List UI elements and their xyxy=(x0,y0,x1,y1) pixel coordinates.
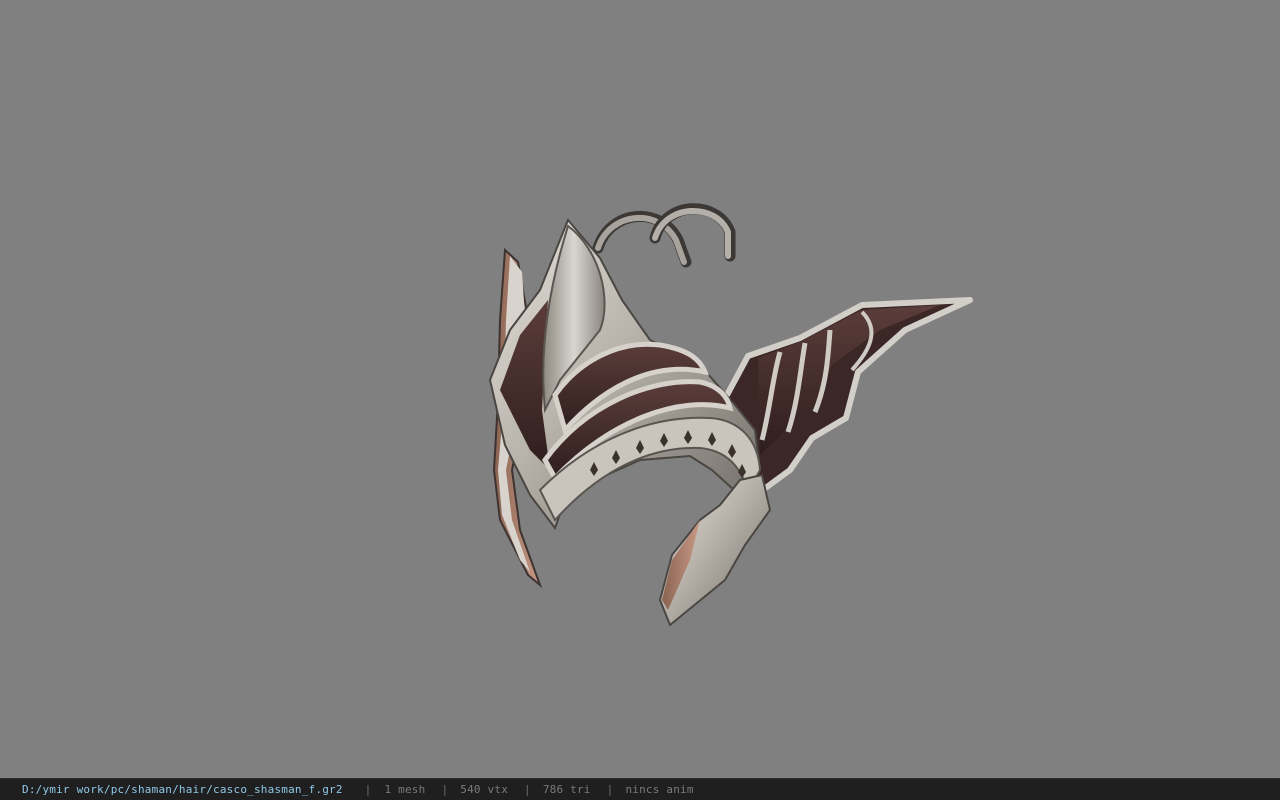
separator: | xyxy=(606,783,614,796)
separator: | xyxy=(524,783,531,796)
file-path: D:/ymir work/pc/shaman/hair/casco_shasma… xyxy=(22,783,343,796)
antenna-hooks xyxy=(592,203,736,268)
model-viewer-window: D:/ymir work/pc/shaman/hair/casco_shasma… xyxy=(0,0,1280,800)
animation-status: nincs anim xyxy=(625,783,694,796)
vertex-count: 540 vtx xyxy=(460,783,509,796)
separator: | xyxy=(364,783,372,796)
ear-guard xyxy=(658,473,772,627)
triangle-count: 786 tri xyxy=(542,783,591,796)
helmet-model-icon xyxy=(488,203,973,627)
front-crest xyxy=(488,218,762,531)
status-bar: D:/ymir work/pc/shaman/hair/casco_shasma… xyxy=(0,778,1280,800)
separator: | xyxy=(441,783,449,796)
3d-viewport[interactable] xyxy=(0,0,1280,778)
mesh-count: 1 mesh xyxy=(384,783,426,796)
